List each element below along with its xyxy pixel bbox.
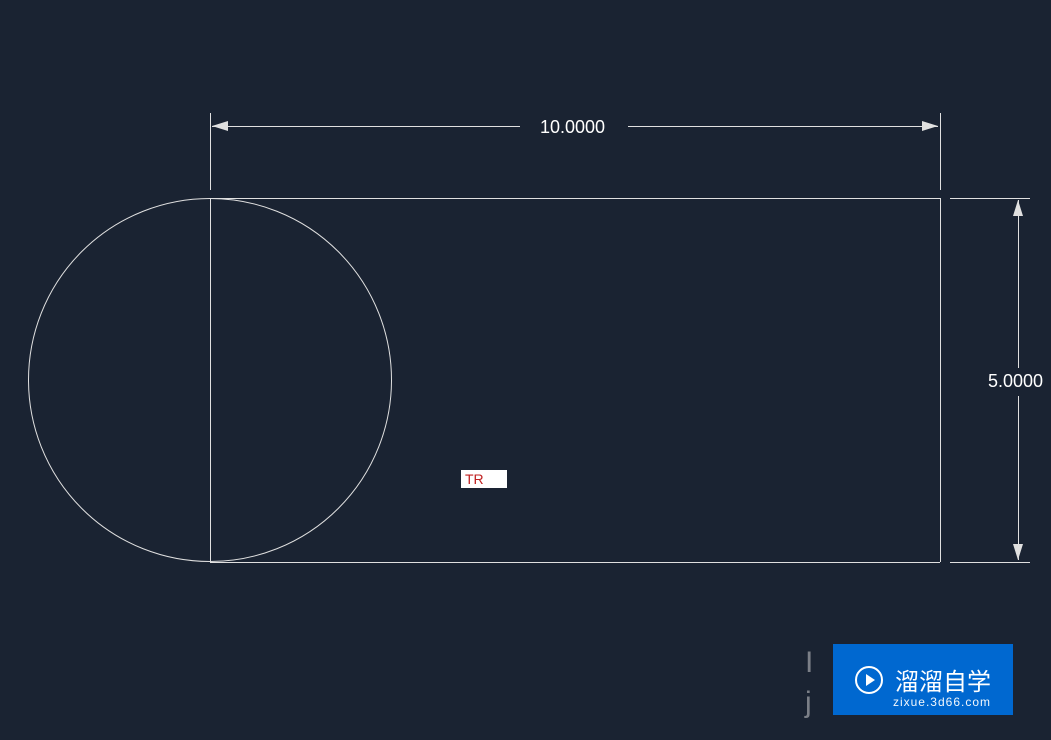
dim-h-arrow-left [212,121,228,131]
brand-text: 溜溜自学 [895,662,991,697]
dim-v-line-top [1018,200,1019,368]
rect-top-edge [210,198,940,199]
dim-h-arrow-right [922,121,938,131]
dim-h-ext-right [940,113,941,190]
rect-right-edge [940,198,941,562]
brand-badge: 溜溜自学 zixue.3d66.com [833,644,1013,715]
play-icon [855,666,883,694]
dim-v-ext-top [950,198,1030,199]
cad-canvas[interactable]: 10.0000 5.0000 I j 溜溜自学 zixue.3d66.com [0,0,1051,740]
dim-h-line-left [212,126,520,127]
rect-left-edge [210,198,211,562]
rect-bottom-edge [210,562,940,563]
dim-v-value: 5.0000 [988,371,1043,392]
watermark-char-bottom: j [805,686,812,720]
dim-v-line-bottom [1018,396,1019,560]
dim-h-value: 10.0000 [540,117,605,138]
dim-v-ext-bottom [950,562,1030,563]
dim-h-ext-left [210,113,211,190]
dim-h-line-right [628,126,938,127]
command-input[interactable] [461,470,507,488]
dim-v-arrow-down [1013,544,1023,560]
dim-v-arrow-up [1013,200,1023,216]
brand-url: zixue.3d66.com [893,695,991,709]
watermark-char-left: I [805,646,813,680]
